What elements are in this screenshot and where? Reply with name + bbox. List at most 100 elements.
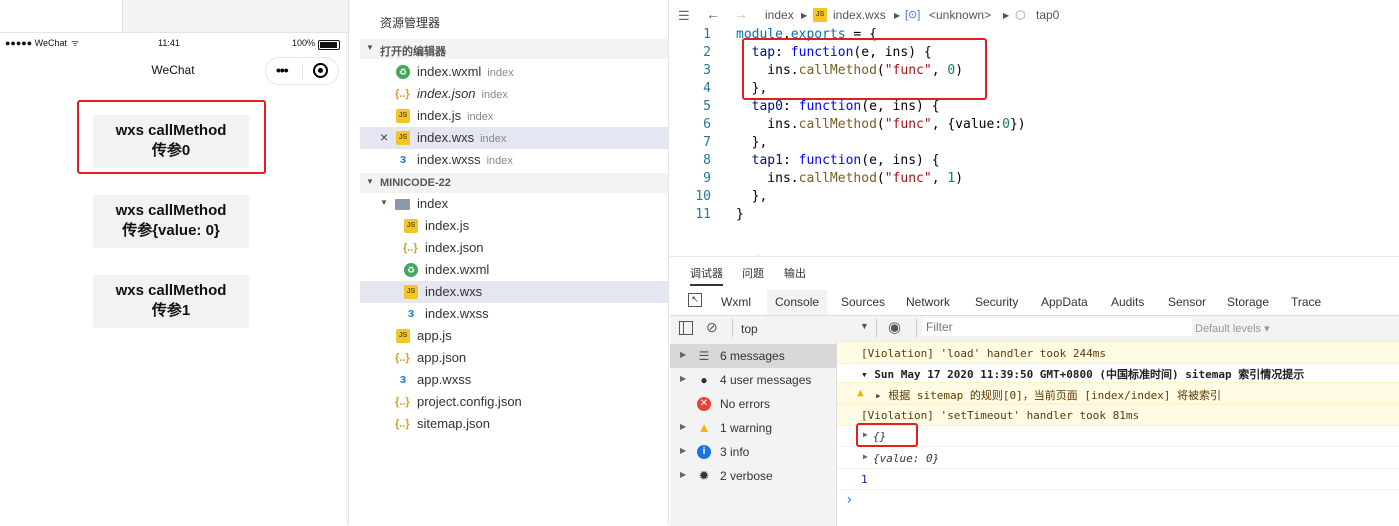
sidebar-item-label: 3 info xyxy=(720,445,750,459)
devtools-panel: 调试器 问题 输出 ↖ Wxml Console Sources Network… xyxy=(670,256,1399,526)
breadcrumb-item[interactable]: index xyxy=(765,8,794,22)
folder-item[interactable]: ▼ index xyxy=(360,193,668,215)
callmethod-button-1[interactable]: wxs callMethod 传参{value: 0} xyxy=(93,195,249,248)
tree-file-label: index.wxss xyxy=(425,306,489,321)
list-icon[interactable]: ☰ xyxy=(678,8,690,24)
warning-icon: ▲ xyxy=(697,420,711,435)
project-header[interactable]: ▼ MINICODE-22 xyxy=(360,173,668,193)
chevron-right-icon: ▶ xyxy=(680,350,687,359)
console-group[interactable]: ▾ Sun May 17 2020 11:39:50 GMT+0800 (中国标… xyxy=(837,364,1399,382)
breadcrumb-item[interactable]: tap0 xyxy=(1036,8,1059,22)
js-file-icon: JS xyxy=(404,285,418,299)
open-editor-item[interactable]: з index.wxss index xyxy=(360,149,668,171)
simulator-tab[interactable] xyxy=(0,0,123,32)
console-prompt[interactable]: › xyxy=(837,490,1399,510)
console-object[interactable]: ▶ {} xyxy=(837,426,1399,447)
tab-appdata[interactable]: AppData xyxy=(1041,295,1088,309)
tree-file-item[interactable]: {..} project.config.json xyxy=(360,391,668,413)
open-editor-item[interactable]: ♻ index.wxml index xyxy=(360,61,668,83)
sidebar-item-messages[interactable]: ▶ ☰ 6 messages xyxy=(670,344,836,368)
close-icon[interactable]: × xyxy=(380,129,388,145)
tab-problems[interactable]: 问题 xyxy=(742,265,764,281)
tab-sources[interactable]: Sources xyxy=(841,295,885,309)
console-object[interactable]: ▶ {value: 0} xyxy=(837,448,1399,469)
console-text: ▸ 根据 sitemap 的规则[0]，当前页面 [index/index] 将… xyxy=(875,389,1222,402)
js-file-icon: JS xyxy=(396,109,410,123)
back-arrow-icon[interactable]: ← xyxy=(706,6,720,22)
tree-file-item[interactable]: {..} index.json xyxy=(360,237,668,259)
tree-file-item[interactable]: з index.wxss xyxy=(360,303,668,325)
breadcrumb-item[interactable]: index.wxs xyxy=(833,8,886,22)
chevron-down-icon: ▼ xyxy=(366,43,374,52)
forward-arrow-icon[interactable]: → xyxy=(734,6,748,22)
tree-file-item[interactable]: з app.wxss xyxy=(360,369,668,391)
tree-file-label: index.json xyxy=(425,240,484,255)
wxml-file-icon: ♻ xyxy=(404,263,418,277)
tree-file-item[interactable]: JS app.js xyxy=(360,325,668,347)
tree-file-item[interactable]: {..} sitemap.json xyxy=(360,413,668,435)
tab-sensor[interactable]: Sensor xyxy=(1168,295,1206,309)
sidebar-item-verbose[interactable]: ▶ ✹ 2 verbose xyxy=(670,464,836,488)
capsule-divider xyxy=(302,63,303,79)
chevron-right-icon: ▶ xyxy=(1003,11,1010,20)
chevron-right-icon: ▶ xyxy=(680,374,687,383)
breadcrumb-item[interactable]: <unknown> xyxy=(929,8,991,22)
sidebar-item-warnings[interactable]: ▶ ▲ 1 warning xyxy=(670,416,836,440)
tree-file-label: sitemap.json xyxy=(417,416,490,431)
error-icon: ✕ xyxy=(697,397,711,411)
sidebar-toggle-icon[interactable] xyxy=(679,321,693,335)
button-line1: wxs callMethod xyxy=(115,282,227,299)
sidebar-item-errors[interactable]: ✕ No errors xyxy=(670,392,836,416)
tab-debugger[interactable]: 调试器 xyxy=(690,265,723,286)
method-icon: ⬡ xyxy=(1015,8,1026,22)
open-editor-item[interactable]: {..} index.json index xyxy=(360,83,668,105)
js-file-icon: JS xyxy=(396,329,410,343)
tab-storage[interactable]: Storage xyxy=(1227,295,1269,309)
tree-file-item[interactable]: JS index.js xyxy=(360,215,668,237)
tab-security[interactable]: Security xyxy=(975,295,1018,309)
tab-wxml[interactable]: Wxml xyxy=(721,295,751,309)
code-editor[interactable]: ☰ ← → index ▶ JS index.wxs ▶ [⊙] <unknow… xyxy=(670,0,1399,255)
levels-select[interactable]: Default levels ▾ xyxy=(1195,322,1270,335)
eye-icon[interactable]: ◉ xyxy=(888,318,901,336)
filter-input[interactable] xyxy=(922,318,1192,336)
context-select[interactable]: top xyxy=(741,322,758,336)
prompt-icon: › xyxy=(845,492,854,508)
more-icon[interactable]: ••• xyxy=(276,62,289,78)
tree-file-label: app.wxss xyxy=(417,372,472,387)
open-editor-item-active[interactable]: × JS index.wxs index xyxy=(360,127,668,149)
simulator-panel: ●●●●● WeChat ᯤ 11:41 100% WeChat ••• wxs… xyxy=(0,0,349,525)
open-editors-header[interactable]: ▼ 打开的编辑器 xyxy=(360,39,668,59)
tab-trace[interactable]: Trace xyxy=(1291,295,1321,309)
tab-output[interactable]: 输出 xyxy=(784,265,806,281)
chevron-right-icon: ▶ xyxy=(801,11,808,20)
button-line2: 传参1 xyxy=(151,302,191,319)
callmethod-button-2[interactable]: wxs callMethod 传参1 xyxy=(93,275,249,328)
open-editor-item[interactable]: JS index.js index xyxy=(360,105,668,127)
tab-audits[interactable]: Audits xyxy=(1111,295,1144,309)
json-file-icon: {..} xyxy=(395,396,410,408)
tab-console[interactable]: Console xyxy=(767,290,828,317)
open-editor-label: index.wxml index xyxy=(417,64,514,79)
sidebar-item-user-messages[interactable]: ▶ ● 4 user messages xyxy=(670,368,836,392)
open-editors-label: 打开的编辑器 xyxy=(380,46,446,58)
toolbar-divider xyxy=(916,319,917,337)
open-editor-label: index.js index xyxy=(417,108,494,123)
tab-network[interactable]: Network xyxy=(906,295,950,309)
close-mini-program-icon[interactable] xyxy=(313,63,328,78)
status-time: 11:41 xyxy=(158,38,180,48)
dropdown-icon[interactable]: ▼ xyxy=(860,321,869,331)
tree-file-label: app.json xyxy=(417,350,467,365)
tree-file-item[interactable]: {..} app.json xyxy=(360,347,668,369)
wxss-file-icon: з xyxy=(407,305,415,320)
inspect-icon[interactable]: ↖ xyxy=(688,293,702,307)
tree-file-item-active[interactable]: JS index.wxs xyxy=(360,281,668,303)
tree-file-item[interactable]: ♻ index.wxml xyxy=(360,259,668,281)
console-warning[interactable]: ▲ ▸ 根据 sitemap 的规则[0]，当前页面 [index/index]… xyxy=(837,382,1399,404)
clear-console-icon[interactable]: ⊘ xyxy=(706,319,718,336)
sidebar-item-info[interactable]: ▶ i 3 info xyxy=(670,440,836,464)
button-line2: 传参{value: 0} xyxy=(122,222,220,239)
open-editor-label: index.wxss index xyxy=(417,152,513,167)
capsule-menu[interactable]: ••• xyxy=(265,57,339,85)
tree-file-label: index.wxs xyxy=(425,284,483,299)
